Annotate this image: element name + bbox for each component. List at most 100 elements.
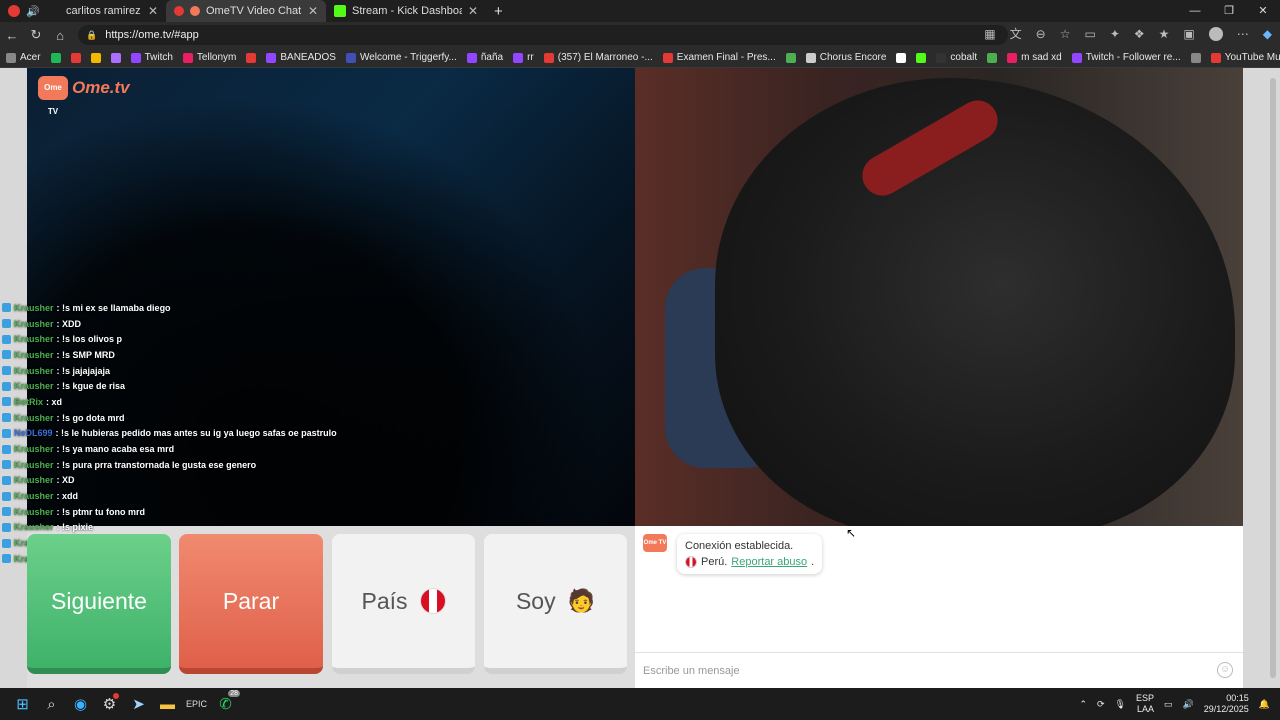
performance-icon[interactable]: ❖ bbox=[1134, 27, 1145, 41]
bookmark-item[interactable] bbox=[916, 52, 927, 63]
notification-icon[interactable]: 🔔 bbox=[1259, 699, 1270, 710]
more-tools-icon[interactable]: ⊖ bbox=[1036, 27, 1046, 41]
tab-actions[interactable]: 🔊 bbox=[0, 0, 58, 22]
kick-badge-icon bbox=[2, 460, 11, 470]
bookmark-item[interactable]: m sad xd bbox=[1007, 52, 1062, 63]
close-icon[interactable]: ✕ bbox=[148, 4, 158, 18]
close-icon[interactable]: ✕ bbox=[468, 4, 478, 18]
browser-toolbar: ▦ 文 ⊖ ☆ ▭ ✦ ❖ ★ ▣ ⋯ ◆ bbox=[984, 25, 1272, 42]
bookmark-item[interactable]: rr bbox=[513, 52, 534, 63]
bookmark-favicon-icon bbox=[662, 52, 673, 63]
reload-icon[interactable]: ↻ bbox=[24, 27, 48, 43]
tab-youtube[interactable]: carlitos ramirez centeno ✕ bbox=[58, 0, 166, 22]
chevron-up-icon[interactable]: ⌃ bbox=[1079, 699, 1087, 710]
bookmark-item[interactable]: ñaña bbox=[466, 52, 503, 63]
collections-icon[interactable]: ▣ bbox=[1183, 27, 1194, 41]
minimize-icon[interactable]: — bbox=[1178, 0, 1212, 22]
edge-icon[interactable]: ◉ bbox=[66, 688, 95, 720]
network-icon[interactable]: ▭ bbox=[1164, 699, 1173, 710]
chat-username: Krausher bbox=[14, 522, 54, 533]
extensions-icon[interactable]: ✦ bbox=[1110, 27, 1120, 41]
close-window-icon[interactable]: ✕ bbox=[1246, 0, 1280, 22]
logo-badge: Ome TV bbox=[38, 76, 68, 116]
back-icon[interactable]: ← bbox=[0, 28, 24, 43]
bookmark-item[interactable] bbox=[70, 52, 81, 63]
menu-icon[interactable]: ⋯ bbox=[1237, 27, 1249, 41]
chat-text: : !s los olivos p bbox=[56, 334, 123, 345]
new-tab-button[interactable]: + bbox=[486, 0, 510, 22]
page-scrollbar[interactable] bbox=[1270, 78, 1276, 678]
home-icon[interactable]: ⌂ bbox=[48, 28, 72, 43]
bookmark-item[interactable]: Welcome - Triggerfy... bbox=[345, 52, 457, 63]
whatsapp-icon[interactable]: ✆ 28 bbox=[211, 688, 240, 720]
bookmark-item[interactable] bbox=[896, 52, 907, 63]
bookmark-item[interactable]: Twitch bbox=[130, 52, 173, 63]
clock[interactable]: 00:15 29/12/2025 bbox=[1204, 693, 1249, 715]
url-field[interactable]: 🔒 https://ome.tv/#app bbox=[78, 25, 1008, 45]
bookmark-favicon-icon bbox=[1007, 52, 1018, 63]
search-icon[interactable]: ⌕ bbox=[37, 688, 66, 720]
bookmark-item[interactable] bbox=[90, 52, 101, 63]
translate-icon[interactable]: 文 bbox=[1010, 25, 1022, 42]
bookmark-item[interactable] bbox=[246, 52, 257, 63]
chat-username: Krausher bbox=[14, 302, 54, 313]
favorites-list-icon[interactable]: ★ bbox=[1159, 27, 1170, 41]
steam-icon[interactable]: ➤ bbox=[124, 688, 153, 720]
maximize-icon[interactable]: ❐ bbox=[1212, 0, 1246, 22]
report-abuse-link[interactable]: Reportar abuso bbox=[731, 554, 807, 570]
bookmark-item[interactable] bbox=[110, 52, 121, 63]
bookmark-label: Welcome - Triggerfy... bbox=[359, 52, 457, 63]
chat-text: : !s ya mano acaba esa mrd bbox=[56, 444, 175, 455]
chat-username: Krausher bbox=[14, 475, 54, 486]
bookmark-item[interactable]: Tellonym bbox=[182, 52, 236, 63]
apps-icon[interactable]: ▦ bbox=[984, 27, 995, 41]
ometv-logo[interactable]: Ome TV Ome.tv bbox=[38, 76, 130, 116]
close-icon[interactable]: ✕ bbox=[308, 4, 318, 18]
bookmark-item[interactable]: Twitch - Follower re... bbox=[1071, 52, 1181, 63]
bookmark-item[interactable]: YouTube Music bbox=[1210, 52, 1280, 63]
emoji-icon[interactable]: ☺ bbox=[1217, 662, 1233, 678]
kick-badge-icon bbox=[2, 554, 11, 564]
bookmark-item[interactable]: BANEADOS bbox=[266, 52, 336, 63]
clock-time: 00:15 bbox=[1226, 693, 1249, 703]
video-icon[interactable]: ▭ bbox=[1084, 27, 1095, 41]
kick-badge-icon bbox=[2, 413, 11, 423]
kick-badge-icon bbox=[2, 319, 11, 329]
bookmark-item[interactable]: (357) El Marroneo -... bbox=[543, 52, 653, 63]
bookmark-item[interactable]: cobalt bbox=[936, 52, 977, 63]
language-indicator[interactable]: ESP LAA bbox=[1136, 693, 1154, 715]
chat-message: NeDL699: !s le hubieras pedido mas antes… bbox=[0, 426, 340, 442]
bookmark-item[interactable]: Acer bbox=[6, 52, 41, 63]
favorite-icon[interactable]: ☆ bbox=[1060, 27, 1071, 41]
profile-avatar[interactable] bbox=[1208, 26, 1223, 41]
windows-start-icon[interactable]: ⊞ bbox=[8, 688, 37, 720]
sync-icon[interactable]: ⟳ bbox=[1097, 699, 1105, 710]
stop-button[interactable]: Parar bbox=[179, 534, 323, 674]
country-button[interactable]: País bbox=[332, 534, 475, 674]
message-input[interactable]: Escribe un mensaje ☺ bbox=[635, 652, 1243, 688]
bookmark-favicon-icon bbox=[543, 52, 554, 63]
remote-video bbox=[635, 68, 1243, 526]
next-button[interactable]: Siguiente bbox=[27, 534, 171, 674]
chat-text: : !s jajajajaja bbox=[56, 365, 111, 376]
bookmark-item[interactable]: Examen Final - Pres... bbox=[662, 52, 776, 63]
bookmark-item[interactable] bbox=[50, 52, 61, 63]
bookmark-item[interactable] bbox=[785, 52, 796, 63]
bookmark-item[interactable]: Chorus Encore bbox=[805, 52, 886, 63]
microphone-icon[interactable]: 🎙 bbox=[1115, 699, 1126, 710]
gender-button[interactable]: Soy 🧑 bbox=[484, 534, 627, 674]
epic-games-icon[interactable]: EPIC bbox=[182, 688, 211, 720]
bookmark-item[interactable] bbox=[1190, 52, 1201, 63]
recording-app-icon[interactable]: ⚙ bbox=[95, 688, 124, 720]
file-explorer-icon[interactable]: ▬ bbox=[153, 688, 182, 720]
speaker-icon[interactable]: 🔊 bbox=[26, 5, 40, 18]
bookmark-label: (357) El Marroneo -... bbox=[557, 52, 653, 63]
clock-date: 29/12/2025 bbox=[1203, 704, 1249, 714]
bookmark-item[interactable] bbox=[987, 52, 998, 63]
lock-icon: 🔒 bbox=[86, 29, 98, 40]
volume-icon[interactable]: 🔊 bbox=[1183, 699, 1194, 710]
chat-username: Krausher bbox=[14, 506, 54, 517]
copilot-icon[interactable]: ◆ bbox=[1263, 27, 1272, 41]
tab-ometv[interactable]: OmeTV Video Chat — Ome ✕ bbox=[166, 0, 326, 22]
tab-kick[interactable]: Stream - Kick Dashboard ✕ bbox=[326, 0, 486, 22]
